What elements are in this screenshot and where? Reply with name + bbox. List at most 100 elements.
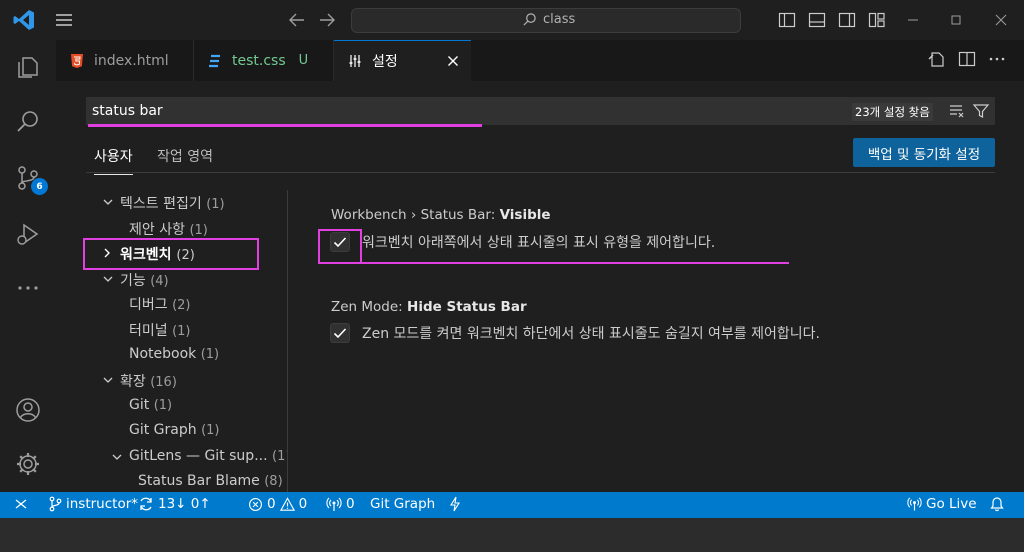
branch-name: instructor*	[66, 496, 139, 512]
back-arrow-icon[interactable]	[287, 10, 307, 30]
customize-layout-icon[interactable]	[868, 11, 886, 29]
chevron-down-icon	[103, 199, 113, 205]
toc-item-terminal[interactable]: 터미널 (1)	[129, 320, 191, 340]
tab-user-settings[interactable]: 사용자	[94, 146, 133, 175]
tab-label: index.html	[94, 52, 169, 69]
window-bottom-strip	[0, 518, 1024, 552]
backup-sync-button[interactable]: 백업 및 동기화 설정	[853, 138, 995, 167]
toc-label: Notebook	[129, 346, 197, 362]
toc-item-text-editor[interactable]: 텍스트 편집기 (1)	[120, 193, 225, 213]
sync-icon	[140, 497, 152, 511]
tab-workspace-settings[interactable]: 작업 영역	[157, 146, 213, 174]
toc-item-gitlens[interactable]: GitLens — Git sup... (11)	[129, 448, 288, 464]
split-editor-icon[interactable]	[958, 50, 976, 68]
toc-item-status-bar-blame[interactable]: Status Bar Blame (8)	[138, 473, 283, 489]
toc-label: 디버그	[129, 297, 168, 313]
warning-icon	[279, 496, 295, 511]
toc-item-suggestions[interactable]: 제안 사항 (1)	[129, 219, 208, 239]
toc-divider	[287, 190, 288, 492]
tab-index-html[interactable]: index.html	[56, 40, 194, 81]
error-icon	[249, 497, 262, 511]
toc-label: GitLens — Git sup...	[129, 448, 268, 464]
search-highlight-underline	[88, 124, 482, 127]
toggle-panel-icon[interactable]	[808, 11, 826, 29]
close-tab-icon[interactable]	[447, 55, 459, 67]
chevron-down-icon	[112, 454, 122, 460]
explorer-icon[interactable]	[14, 53, 42, 81]
setting-description: 워크벤치 아래쪽에서 상태 표시줄의 표시 유형을 제어합니다.	[362, 235, 716, 251]
editor-tabs-bar: index.html test.css U 설정	[56, 40, 1024, 81]
problems-status[interactable]: 0 0	[248, 496, 307, 512]
setting-category: Workbench › Status Bar:	[331, 207, 500, 223]
run-and-debug-icon[interactable]	[14, 220, 42, 248]
error-count: 0	[267, 496, 276, 512]
maximize-icon[interactable]	[946, 10, 966, 30]
tab-settings[interactable]: 설정	[334, 40, 471, 81]
toc-label: 기능	[120, 273, 146, 289]
setting-title-zen-hide-statusbar: Zen Mode: Hide Status Bar	[331, 299, 527, 315]
toc-count: (1)	[189, 223, 208, 238]
toggle-primary-sidebar-icon[interactable]	[778, 11, 796, 29]
forward-arrow-icon[interactable]	[317, 10, 337, 30]
accounts-icon[interactable]	[14, 396, 42, 424]
settings-toc: 텍스트 편집기 (1) 제안 사항 (1) 워크벤치 (2) 기능 (4) 디버…	[86, 190, 288, 492]
toc-item-git[interactable]: Git (1)	[129, 397, 172, 413]
toc-item-extensions[interactable]: 확장 (16)	[120, 371, 177, 391]
toc-item-git-graph[interactable]: Git Graph (1)	[129, 422, 220, 438]
open-settings-json-icon[interactable]	[928, 50, 946, 68]
toc-label: Git Graph	[129, 422, 197, 438]
git-branch-status[interactable]: instructor*	[48, 496, 138, 512]
more-actions-icon[interactable]	[988, 50, 1006, 68]
git-graph-label: Git Graph	[370, 496, 436, 512]
chevron-down-icon	[103, 276, 113, 282]
minimize-icon[interactable]	[903, 10, 923, 30]
more-views-icon[interactable]	[14, 274, 42, 302]
go-live-button[interactable]: Go Live	[907, 496, 977, 512]
toc-label: Git	[129, 397, 150, 413]
checkmark-icon	[333, 328, 347, 339]
toc-count: (1)	[153, 398, 173, 413]
checkbox-highlight-box	[318, 229, 362, 264]
html5-icon	[71, 53, 83, 68]
toc-item-features[interactable]: 기능 (4)	[120, 270, 169, 290]
lightning-status[interactable]	[449, 496, 461, 512]
toc-label: 제안 사항	[129, 222, 185, 238]
filter-icon[interactable]	[972, 102, 990, 120]
setting-name: Hide Status Bar	[407, 299, 527, 315]
toc-item-notebook[interactable]: Notebook (1)	[129, 346, 219, 362]
toc-count: (8)	[264, 474, 283, 489]
toc-label: 확장	[120, 374, 146, 390]
toc-item-debug[interactable]: 디버그 (2)	[129, 294, 191, 314]
setting-category: Zen Mode:	[331, 299, 408, 315]
search-view-icon[interactable]	[14, 108, 42, 136]
tab-test-css[interactable]: test.css U	[194, 40, 334, 81]
sync-status[interactable]: 13↓ 0↑	[138, 496, 211, 512]
ports-status[interactable]: 0	[326, 496, 355, 512]
clear-filter-icon[interactable]	[948, 102, 966, 120]
git-branch-icon	[49, 496, 62, 512]
manage-gear-icon[interactable]	[14, 450, 42, 478]
chevron-down-icon	[103, 377, 113, 383]
scm-badge: 6	[31, 178, 48, 195]
toc-count: (2)	[172, 298, 191, 313]
remote-indicator[interactable]	[14, 496, 28, 512]
broadcast-icon	[326, 497, 342, 511]
command-center[interactable]: class	[351, 8, 741, 33]
menu-icon[interactable]	[54, 10, 74, 30]
vscode-logo-icon	[13, 10, 34, 30]
toc-label: 터미널	[129, 323, 168, 339]
tab-label: test.css	[232, 52, 286, 69]
close-window-icon[interactable]	[991, 10, 1011, 30]
toc-count: (11)	[272, 449, 288, 464]
scope-divider	[86, 172, 995, 173]
broadcast-icon	[907, 497, 922, 511]
notifications-button[interactable]	[990, 496, 1004, 512]
zen-hide-statusbar-checkbox[interactable]	[330, 323, 350, 343]
untracked-badge: U	[298, 53, 309, 68]
git-graph-status-button[interactable]: Git Graph	[370, 496, 435, 512]
toc-count: (1)	[201, 423, 220, 438]
toggle-secondary-sidebar-icon[interactable]	[838, 11, 856, 29]
toc-count: (1)	[206, 197, 225, 212]
settings-search-query[interactable]: status bar	[92, 103, 163, 119]
result-count-badge: 23개 설정 찾음	[852, 103, 933, 121]
